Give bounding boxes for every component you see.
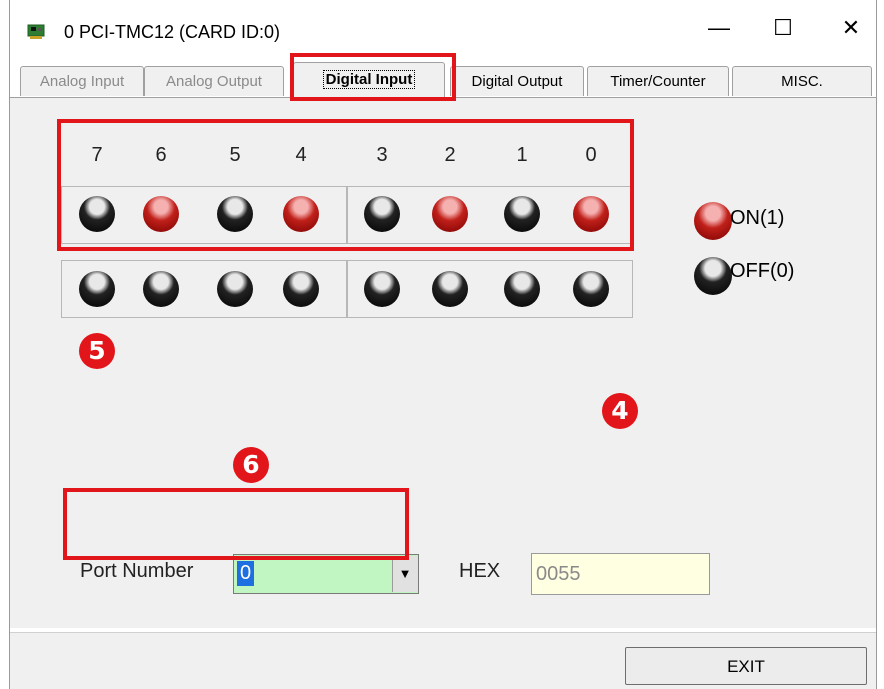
row2-bit-7-led [79,271,115,307]
tab-misc[interactable]: MISC. [732,66,872,96]
row2-bit-4-led [283,271,319,307]
close-button[interactable]: ✕ [828,8,874,48]
legend-off-label: OFF(0) [730,260,795,282]
port-number-value: 0 [237,561,255,586]
hex-label: HEX [459,560,501,582]
window-title: 0 PCI-TMC12 (CARD ID:0) [64,22,281,42]
minimize-button[interactable]: — [696,8,742,48]
tab-digital-output[interactable]: Digital Output [450,66,584,96]
row2-bit-5-led [217,271,253,307]
row2-bit-6-led [143,271,179,307]
legend-off-led [694,257,732,295]
row2-bit-0-led [573,271,609,307]
tab-analog-input[interactable]: Analog Input [20,66,144,96]
row2-bit-1-led [504,271,540,307]
legend-on-led [694,202,732,240]
annotation-box-digital-input-tab [290,53,456,101]
callout-4: 4 [602,393,638,429]
main-window: 0 PCI-TMC12 (CARD ID:0) — ☐ ✕ Analog Inp… [9,0,877,689]
hex-value-field: 0055 [531,553,710,595]
annotation-box-port [63,488,409,560]
card-icon [27,24,45,39]
port-number-label: Port Number [80,560,194,582]
chevron-down-icon[interactable]: ▼ [392,556,417,592]
annotation-box-leds [57,119,634,251]
callout-5: 5 [79,333,115,369]
tab-timer-counter[interactable]: Timer/Counter [587,66,729,96]
maximize-button[interactable]: ☐ [760,8,806,48]
port-number-select[interactable]: 0 ▼ [233,554,419,594]
tab-analog-output[interactable]: Analog Output [144,66,284,96]
bottom-bar: EXIT [10,632,876,689]
row2-bit-2-led [432,271,468,307]
legend-on-label: ON(1) [730,207,785,229]
row2-bit-3-led [364,271,400,307]
callout-6: 6 [233,447,269,483]
exit-button[interactable]: EXIT [625,647,867,685]
title-bar: 0 PCI-TMC12 (CARD ID:0) — ☐ ✕ [10,0,876,52]
